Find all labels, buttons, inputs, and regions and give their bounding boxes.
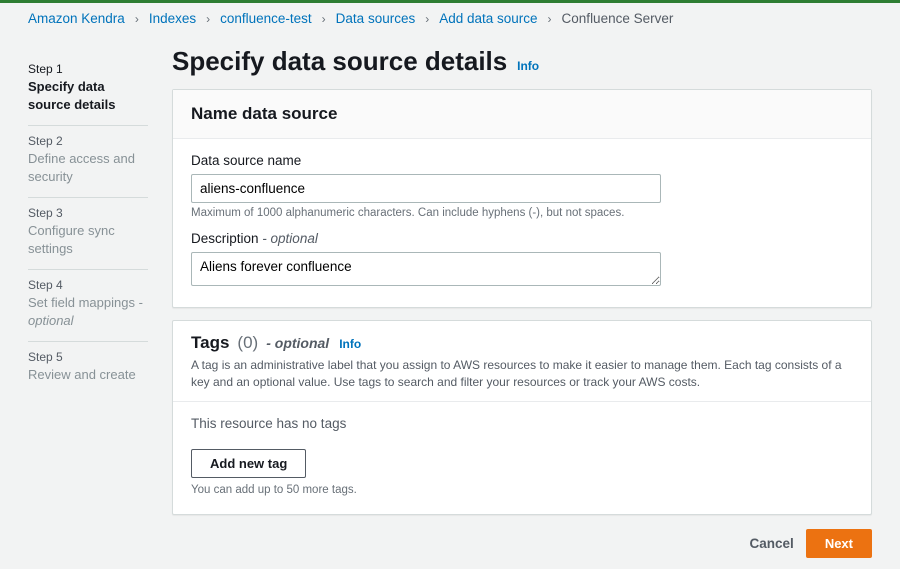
- step-2[interactable]: Step 2 Define access and security: [28, 126, 148, 198]
- tags-panel: Tags (0) - optional Info A tag is an adm…: [172, 320, 872, 515]
- tags-limit-hint: You can add up to 50 more tags.: [191, 484, 853, 496]
- chevron-right-icon: ›: [135, 12, 139, 26]
- description-textarea[interactable]: [191, 252, 661, 286]
- wizard-steps: Step 1 Specify data source details Step …: [28, 36, 148, 558]
- step-3[interactable]: Step 3 Configure sync settings: [28, 198, 148, 270]
- breadcrumb-link[interactable]: Amazon Kendra: [28, 11, 125, 26]
- data-source-name-input[interactable]: [191, 174, 661, 203]
- footer-actions: Cancel Next: [172, 515, 872, 558]
- breadcrumb-link[interactable]: Add data source: [439, 11, 537, 26]
- description-label: Description - optional: [191, 231, 853, 246]
- name-data-source-panel: Name data source Data source name Maximu…: [172, 89, 872, 308]
- info-link[interactable]: Info: [517, 59, 539, 73]
- add-new-tag-button[interactable]: Add new tag: [191, 449, 306, 478]
- breadcrumb-link[interactable]: Indexes: [149, 11, 196, 26]
- tags-title: Tags: [191, 333, 229, 353]
- cancel-button[interactable]: Cancel: [750, 536, 794, 551]
- breadcrumb-link[interactable]: confluence-test: [220, 11, 312, 26]
- chevron-right-icon: ›: [322, 12, 326, 26]
- tags-description: A tag is an administrative label that yo…: [191, 357, 853, 391]
- next-button[interactable]: Next: [806, 529, 872, 558]
- page-title: Specify data source details: [172, 46, 507, 77]
- chevron-right-icon: ›: [548, 12, 552, 26]
- breadcrumb-link[interactable]: Data sources: [336, 11, 416, 26]
- step-4[interactable]: Step 4 Set field mappings - optional: [28, 270, 148, 342]
- breadcrumb: Amazon Kendra › Indexes › confluence-tes…: [0, 3, 900, 36]
- name-hint: Maximum of 1000 alphanumeric characters.…: [191, 207, 853, 219]
- breadcrumb-current: Confluence Server: [562, 11, 674, 26]
- panel-title: Name data source: [173, 90, 871, 139]
- step-5[interactable]: Step 5 Review and create: [28, 342, 148, 396]
- tags-info-link[interactable]: Info: [339, 337, 361, 351]
- main-content: Specify data source details Info Name da…: [172, 36, 872, 558]
- tags-empty-message: This resource has no tags: [191, 416, 853, 431]
- chevron-right-icon: ›: [206, 12, 210, 26]
- step-1[interactable]: Step 1 Specify data source details: [28, 54, 148, 126]
- tags-count: (0): [237, 333, 258, 352]
- data-source-name-label: Data source name: [191, 153, 853, 168]
- chevron-right-icon: ›: [425, 12, 429, 26]
